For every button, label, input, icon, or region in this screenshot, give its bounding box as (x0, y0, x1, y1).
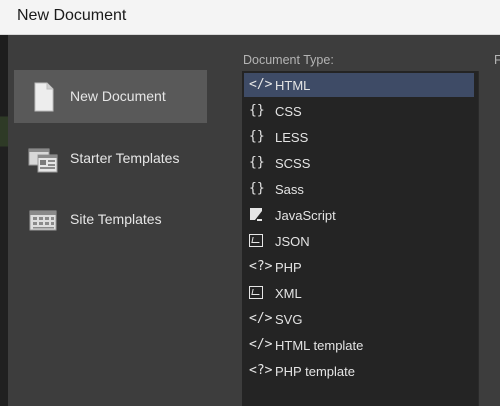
document-type-label: SVG (275, 312, 303, 327)
nav-item-label: Starter Templates (70, 150, 180, 166)
code-tag-icon: </> (249, 77, 273, 92)
document-type-php[interactable]: <?> PHP (244, 255, 474, 279)
document-type-label: CSS (275, 104, 302, 119)
site-templates-icon (29, 210, 57, 231)
document-type-svg[interactable]: </> SVG (244, 307, 474, 331)
nav-item-label: New Document (70, 88, 166, 104)
document-type-list: </> HTML {} CSS {} LESS {} SCSS {} Sass (242, 71, 478, 406)
document-type-label: HTML (275, 78, 311, 93)
php-tag-icon: <?> (249, 259, 273, 274)
window-titlebar: New Document (0, 0, 500, 35)
nav-item-label: Site Templates (70, 211, 162, 227)
document-type-html-template[interactable]: </> HTML template (244, 333, 474, 357)
document-type-less[interactable]: {} LESS (244, 125, 474, 149)
nav-item-starter-templates[interactable]: Starter Templates (14, 132, 207, 185)
curly-braces-icon: {} (249, 129, 265, 144)
document-type-label: SCSS (275, 156, 311, 171)
code-tag-icon: </> (249, 311, 273, 326)
javascript-icon (249, 207, 271, 223)
document-type-html[interactable]: </> HTML (244, 73, 474, 97)
nav-item-new-document[interactable]: New Document (14, 70, 207, 123)
right-panel-heading: F (494, 53, 500, 67)
nav-item-site-templates[interactable]: Site Templates (14, 193, 207, 246)
json-icon (249, 233, 271, 249)
starter-templates-icon (28, 148, 58, 173)
document-type-json[interactable]: JSON (244, 229, 474, 253)
xml-icon (249, 285, 271, 301)
document-type-javascript[interactable]: JavaScript (244, 203, 474, 227)
curly-braces-icon: {} (249, 181, 265, 196)
curly-braces-icon: {} (249, 103, 265, 118)
document-type-label: JavaScript (275, 208, 336, 223)
document-type-label: Sass (275, 182, 304, 197)
php-tag-icon: <?> (249, 363, 273, 378)
document-type-label: PHP template (275, 364, 355, 379)
document-type-scss[interactable]: {} SCSS (244, 151, 474, 175)
document-type-css[interactable]: {} CSS (244, 99, 474, 123)
blank-document-icon (34, 82, 54, 112)
document-type-label: XML (275, 286, 302, 301)
document-type-label: HTML template (275, 338, 364, 353)
document-type-php-template[interactable]: <?> PHP template (244, 359, 474, 383)
curly-braces-icon: {} (249, 155, 265, 170)
document-type-heading: Document Type: (243, 53, 334, 67)
document-type-sass[interactable]: {} Sass (244, 177, 474, 201)
code-tag-icon: </> (249, 337, 273, 352)
panel-divider (478, 71, 479, 406)
new-document-dialog: New Document Starter Templates Site Temp… (8, 35, 500, 406)
document-type-label: PHP (275, 260, 302, 275)
background-window-strip (0, 35, 8, 406)
document-type-label: LESS (275, 130, 309, 145)
document-type-label: JSON (275, 234, 310, 249)
document-type-xml[interactable]: XML (244, 281, 474, 305)
window-title: New Document (17, 7, 127, 24)
